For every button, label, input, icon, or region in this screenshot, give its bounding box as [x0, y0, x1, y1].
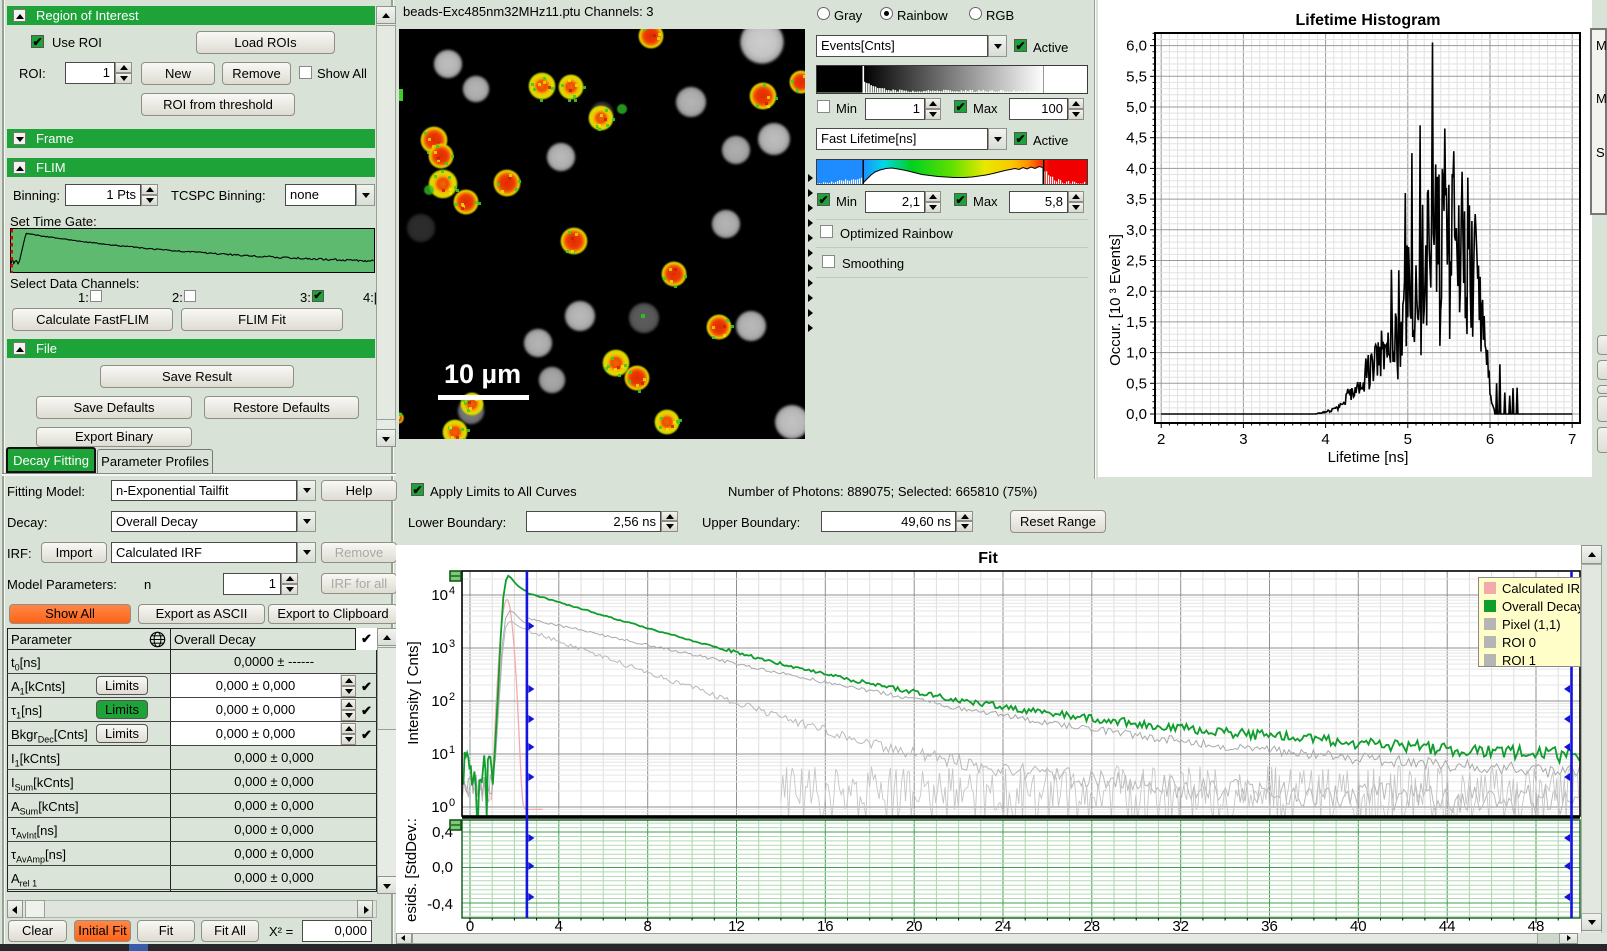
svg-text:Lifetime Histogram: Lifetime Histogram [1296, 12, 1441, 29]
svg-text:3: 3 [449, 638, 455, 650]
svg-text:10: 10 [431, 799, 448, 816]
svg-text:3,0: 3,0 [1126, 222, 1147, 239]
svg-text:5,5: 5,5 [1126, 68, 1147, 85]
svg-text:10: 10 [431, 746, 448, 763]
svg-text:0,5: 0,5 [1126, 375, 1147, 392]
svg-text:5: 5 [1404, 431, 1412, 448]
svg-text:10 µm: 10 µm [444, 359, 521, 389]
svg-text:2: 2 [1157, 431, 1165, 448]
svg-text:esids. [StdDev.:: esids. [StdDev.: [403, 818, 420, 922]
svg-text:6,0: 6,0 [1126, 38, 1147, 55]
svg-text:2: 2 [449, 691, 455, 703]
svg-text:10: 10 [431, 640, 448, 657]
svg-text:5,0: 5,0 [1126, 99, 1147, 116]
svg-text:1: 1 [449, 744, 455, 756]
svg-text:4,0: 4,0 [1126, 160, 1147, 177]
svg-text:0,0: 0,0 [432, 859, 453, 876]
svg-text:4: 4 [449, 585, 455, 597]
svg-text:Lifetime [ns]: Lifetime [ns] [1328, 449, 1409, 466]
svg-text:-0,4: -0,4 [427, 896, 453, 913]
svg-text:0: 0 [449, 797, 455, 809]
svg-text:3: 3 [1239, 431, 1247, 448]
svg-text:Occur. [10 ³ Events]: Occur. [10 ³ Events] [1107, 234, 1124, 366]
svg-text:1,0: 1,0 [1126, 345, 1147, 362]
svg-text:4,5: 4,5 [1126, 130, 1147, 147]
svg-text:6: 6 [1486, 431, 1494, 448]
svg-text:Fit: Fit [978, 550, 998, 567]
svg-text:3,5: 3,5 [1126, 191, 1147, 208]
svg-text:1,5: 1,5 [1126, 314, 1147, 331]
svg-text:10: 10 [431, 587, 448, 604]
svg-text:Intensity [ Cnts]: Intensity [ Cnts] [405, 641, 422, 744]
svg-text:2,5: 2,5 [1126, 253, 1147, 270]
svg-text:0,0: 0,0 [1126, 406, 1147, 423]
svg-text:7: 7 [1568, 431, 1576, 448]
svg-text:10: 10 [431, 693, 448, 710]
svg-text:4: 4 [1321, 431, 1329, 448]
svg-text:2,0: 2,0 [1126, 283, 1147, 300]
